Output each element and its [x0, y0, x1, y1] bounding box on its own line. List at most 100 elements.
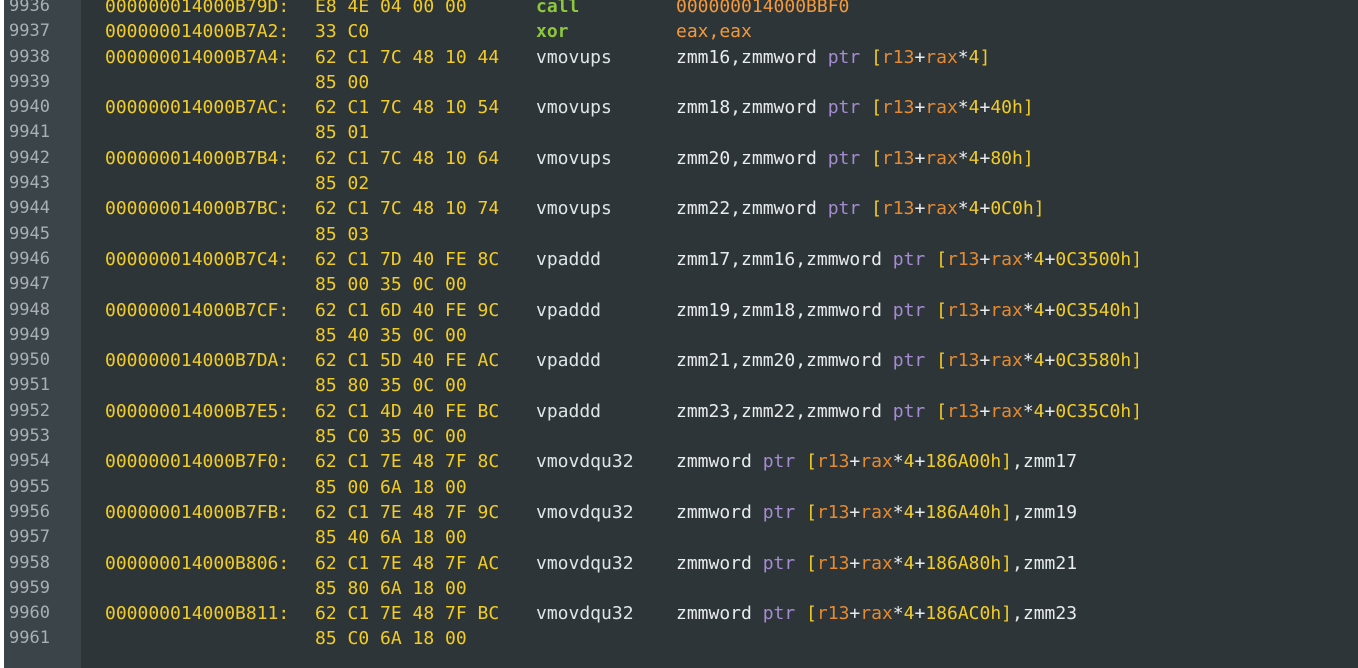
mnemonic[interactable]: vmovdqu32 [536, 601, 634, 626]
code-line[interactable]: 9956 000000014000B7FB: 62 C1 7E 48 7F 9C vm… [0, 500, 1358, 525]
bracket-open: [ [925, 350, 947, 372]
instruction-address[interactable]: 000000014000B7A4: [105, 45, 289, 70]
code-line[interactable]: 9957 85 40 6A 18 00 [0, 525, 1358, 550]
displacement-value: 40h [990, 97, 1023, 119]
mnemonic[interactable]: vmovdqu32 [536, 500, 634, 525]
code-line[interactable]: 9945 85 03 [0, 222, 1358, 247]
base-register: r13 [946, 400, 980, 422]
instruction-address[interactable]: 000000014000B7AC: [105, 95, 289, 120]
plus-sign: + [914, 147, 926, 169]
operands[interactable]: zmmword ptr [r13+rax*4+186A80h],zmm21 [676, 551, 1077, 576]
operand-prefix: zmm18,zmmword [676, 97, 828, 119]
mnemonic[interactable]: vmovups [536, 95, 612, 120]
code-line[interactable]: 9941 85 01 [0, 120, 1358, 145]
mnemonic[interactable]: vmovups [536, 146, 612, 171]
instruction-address[interactable]: 000000014000B806: [105, 551, 289, 576]
operands[interactable]: zmmword ptr [r13+rax*4+186A40h],zmm19 [676, 500, 1077, 525]
opcode-bytes: 85 C0 35 0C 00 [315, 426, 467, 448]
code-line[interactable]: 9954 000000014000B7F0: 62 C1 7E 48 7F 8C vm… [0, 449, 1358, 474]
code-line[interactable]: 9949 85 40 35 0C 00 [0, 323, 1358, 348]
line-number: 9944 [9, 198, 50, 219]
mnemonic[interactable]: call [536, 0, 579, 19]
operands[interactable]: eax,eax [676, 19, 752, 44]
code-line[interactable]: 9947 85 00 35 0C 00 [0, 272, 1358, 297]
mnemonic[interactable]: vpaddd [536, 298, 601, 323]
code-line[interactable]: 9952 000000014000B7E5: 62 C1 4D 40 FE BC vp… [0, 399, 1358, 424]
mnemonic[interactable]: xor [536, 19, 569, 44]
code-line[interactable]: 9961 85 C0 6A 18 00 [0, 626, 1358, 651]
line-number: 9936 [9, 0, 50, 16]
ptr-keyword: ptr [827, 46, 861, 68]
code-line[interactable]: 9939 85 00 [0, 70, 1358, 95]
mnemonic[interactable]: vpaddd [536, 247, 601, 272]
code-line[interactable]: 9948 000000014000B7CF: 62 C1 6D 40 FE 9C vp… [0, 298, 1358, 323]
line-number: 9959 [9, 577, 50, 598]
instruction-address[interactable]: 000000014000B7F0: [105, 449, 289, 474]
opcode-bytes: 62 C1 4D 40 FE BC [315, 400, 500, 422]
multiply-sign: * [957, 97, 969, 119]
code-line[interactable]: 9955 85 00 6A 18 00 [0, 475, 1358, 500]
multiply-sign: * [892, 603, 904, 625]
code-line[interactable]: 9960 000000014000B811: 62 C1 7E 48 7F BC vm… [0, 601, 1358, 626]
index-register: rax [990, 248, 1023, 270]
operands[interactable]: zmm20,zmmword ptr [r13+rax*4+80h] [676, 146, 1034, 171]
code-line[interactable]: 9936 000000014000B79D: E8 4E 04 00 00 call 0… [0, 0, 1358, 19]
operands[interactable]: zmm21,zmm20,zmmword ptr [r13+rax*4+0C358… [676, 348, 1142, 373]
disassembly-view[interactable]: 9936 000000014000B79D: E8 4E 04 00 00 call 0… [0, 0, 1358, 652]
plus-sign: + [849, 552, 861, 574]
multiply-sign: * [892, 451, 904, 473]
mnemonic[interactable]: vmovups [536, 45, 612, 70]
code-line[interactable]: 9946 000000014000B7C4: 62 C1 7D 40 FE 8C vp… [0, 247, 1358, 272]
operands[interactable]: zmm23,zmm22,zmmword ptr [r13+rax*4+0C35C… [676, 399, 1142, 424]
ptr-keyword: ptr [827, 147, 861, 169]
instruction-address[interactable]: 000000014000B811: [105, 601, 289, 626]
code-line[interactable]: 9950 000000014000B7DA: 62 C1 5D 40 FE AC vp… [0, 348, 1358, 373]
line-number: 9961 [9, 628, 50, 649]
displacement-value: 186AC0h [925, 603, 1002, 625]
operand-suffix: ,zmm21 [1012, 552, 1078, 574]
code-line[interactable]: 9940 000000014000B7AC: 62 C1 7C 48 10 54 vm… [0, 95, 1358, 120]
instruction-address[interactable]: 000000014000B7BC: [105, 196, 289, 221]
code-line[interactable]: 9942 000000014000B7B4: 62 C1 7C 48 10 64 vm… [0, 146, 1358, 171]
operands[interactable]: zmm17,zmm16,zmmword ptr [r13+rax*4+0C350… [676, 247, 1142, 272]
operands[interactable]: zmm22,zmmword ptr [r13+rax*4+0C0h] [676, 196, 1045, 221]
bracket-close: ] [1033, 198, 1045, 220]
operands[interactable]: zmm19,zmm18,zmmword ptr [r13+rax*4+0C354… [676, 298, 1142, 323]
mnemonic[interactable]: vmovups [536, 196, 612, 221]
code-line[interactable]: 9959 85 80 6A 18 00 [0, 576, 1358, 601]
instruction-address[interactable]: 000000014000B7A2: [105, 19, 289, 44]
mnemonic[interactable]: vmovdqu32 [536, 551, 634, 576]
instruction-address[interactable]: 000000014000B79D: [105, 0, 289, 19]
operands[interactable]: zmm16,zmmword ptr [r13+rax*4] [676, 45, 990, 70]
operands[interactable]: zmm18,zmmword ptr [r13+rax*4+40h] [676, 95, 1034, 120]
instruction-address[interactable]: 000000014000B7DA: [105, 348, 289, 373]
mnemonic[interactable]: vmovdqu32 [536, 449, 634, 474]
plus-sign: + [1044, 248, 1056, 270]
opcode-bytes: 62 C1 7C 48 10 44 [315, 46, 500, 68]
plus-sign: + [979, 97, 991, 119]
mnemonic[interactable]: vpaddd [536, 348, 601, 373]
code-line[interactable]: 9953 85 C0 35 0C 00 [0, 424, 1358, 449]
code-line[interactable]: 9937 000000014000B7A2: 33 C0 xor eax,eax [0, 19, 1358, 44]
instruction-address[interactable]: 000000014000B7FB: [105, 500, 289, 525]
code-line[interactable]: 9944 000000014000B7BC: 62 C1 7C 48 10 74 vm… [0, 196, 1358, 221]
operands[interactable]: zmmword ptr [r13+rax*4+186A00h],zmm17 [676, 449, 1077, 474]
opcode-bytes: 62 C1 7C 48 10 74 [315, 198, 500, 220]
opcode-bytes: 62 C1 7C 48 10 54 [315, 97, 500, 119]
mnemonic[interactable]: vpaddd [536, 399, 601, 424]
instruction-address[interactable]: 000000014000B7C4: [105, 247, 289, 272]
instruction-address[interactable]: 000000014000B7CF: [105, 298, 289, 323]
plus-sign: + [914, 501, 926, 523]
operands[interactable]: zmmword ptr [r13+rax*4+186AC0h],zmm23 [676, 601, 1077, 626]
code-line[interactable]: 9958 000000014000B806: 62 C1 7E 48 7F AC vm… [0, 551, 1358, 576]
call-target[interactable]: 000000014000BBF0 [676, 0, 849, 19]
instruction-address[interactable]: 000000014000B7B4: [105, 146, 289, 171]
multiply-sign: * [1022, 350, 1034, 372]
code-line[interactable]: 9943 85 02 [0, 171, 1358, 196]
multiply-sign: * [957, 147, 969, 169]
plus-sign: + [914, 46, 926, 68]
code-line[interactable]: 9938 000000014000B7A4: 62 C1 7C 48 10 44 vm… [0, 45, 1358, 70]
base-register: r13 [881, 147, 915, 169]
code-line[interactable]: 9951 85 80 35 0C 00 [0, 373, 1358, 398]
instruction-address[interactable]: 000000014000B7E5: [105, 399, 289, 424]
